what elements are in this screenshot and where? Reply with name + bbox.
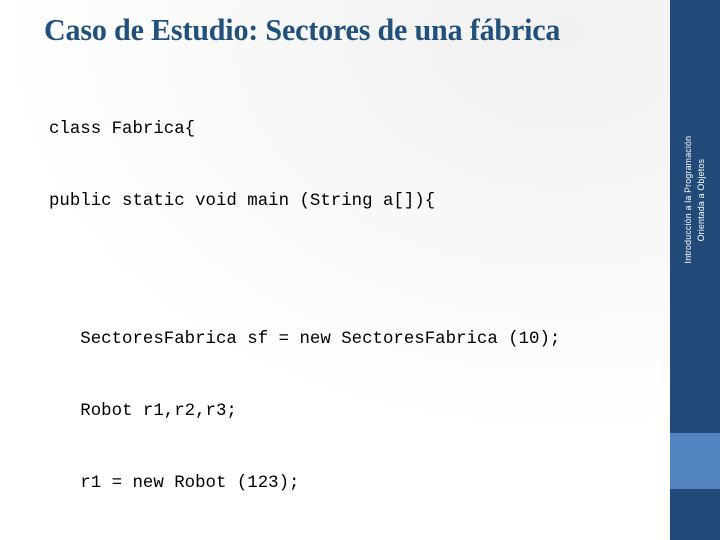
sidebar-course-label-line-1: Introducción a la Programación xyxy=(683,136,694,264)
slide-canvas: Caso de Estudio: Sectores de una fábrica… xyxy=(0,0,720,540)
right-sidebar: Introducción a la Programación Orientada… xyxy=(670,0,720,540)
sidebar-course-label: Introducción a la Programación Orientada… xyxy=(670,0,720,400)
code-line: SectoresFabrica sf = new SectoresFabrica… xyxy=(49,330,561,349)
code-line: Robot r1,r2,r3; xyxy=(49,402,237,421)
code-line: public static void main (String a[]){ xyxy=(49,192,436,211)
code-line: r1 = new Robot (123); xyxy=(49,474,300,493)
sidebar-course-label-line-2: Orientada a Objetos xyxy=(696,158,707,242)
sidebar-accent-band xyxy=(670,433,720,489)
page-title: Caso de Estudio: Sectores de una fábrica xyxy=(44,12,561,47)
code-line: class Fabrica{ xyxy=(49,120,196,139)
code-listing: class Fabrica{ public static void main (… xyxy=(49,70,649,540)
